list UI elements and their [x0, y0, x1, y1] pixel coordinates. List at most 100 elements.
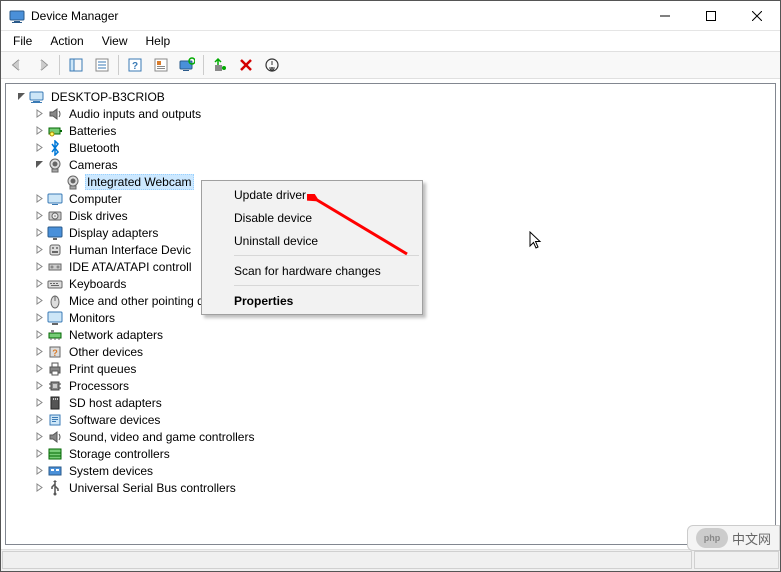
expand-icon[interactable]	[32, 209, 46, 223]
network-icon	[47, 327, 63, 343]
keyboard-icon	[47, 276, 63, 292]
expand-icon[interactable]	[32, 141, 46, 155]
watermark: php 中文网	[687, 525, 780, 551]
ide-icon	[47, 259, 63, 275]
usb-icon	[47, 480, 63, 496]
ctx-uninstall-device[interactable]: Uninstall device	[204, 229, 420, 252]
properties-button[interactable]	[90, 54, 114, 76]
other-icon: ?	[47, 344, 63, 360]
tree-category[interactable]: Print queues	[10, 360, 775, 377]
system-icon	[47, 463, 63, 479]
maximize-button[interactable]	[688, 1, 734, 31]
expand-icon[interactable]	[50, 175, 64, 189]
expand-icon[interactable]	[32, 396, 46, 410]
window-title: Device Manager	[31, 9, 118, 23]
watermark-logo: php	[696, 528, 728, 548]
titlebar: Device Manager	[1, 1, 780, 31]
uninstall-button[interactable]	[234, 54, 258, 76]
tree-category[interactable]: System devices	[10, 462, 775, 479]
camera-icon	[65, 174, 81, 190]
tree-root[interactable]: DESKTOP-B3CRIOB	[10, 88, 775, 105]
expand-icon[interactable]	[32, 447, 46, 461]
tree-item-label: Bluetooth	[67, 141, 122, 155]
scan-hardware-button[interactable]	[175, 54, 199, 76]
expand-icon[interactable]	[32, 294, 46, 308]
svg-text:?: ?	[52, 348, 58, 358]
menu-help[interactable]: Help	[138, 32, 179, 50]
tree-item-label: Integrated Webcam	[85, 174, 194, 190]
ctx-properties[interactable]: Properties	[204, 289, 420, 312]
tree-category[interactable]: Processors	[10, 377, 775, 394]
forward-button[interactable]	[31, 54, 55, 76]
tree-item-label: Storage controllers	[67, 447, 172, 461]
help-button[interactable]: ?	[123, 54, 147, 76]
expand-icon[interactable]	[14, 90, 28, 104]
expand-icon[interactable]	[32, 328, 46, 342]
menu-action[interactable]: Action	[42, 32, 91, 50]
expand-icon[interactable]	[32, 158, 46, 172]
hid-icon	[47, 242, 63, 258]
ctx-update-driver[interactable]: Update driver	[204, 183, 420, 206]
expand-icon[interactable]	[32, 311, 46, 325]
tree-item-label: Display adapters	[67, 226, 160, 240]
tree-item-label: Software devices	[67, 413, 162, 427]
expand-icon[interactable]	[32, 430, 46, 444]
ctx-disable-device[interactable]: Disable device	[204, 206, 420, 229]
tree-category[interactable]: Network adapters	[10, 326, 775, 343]
expand-icon[interactable]	[32, 413, 46, 427]
tree-category[interactable]: Storage controllers	[10, 445, 775, 462]
menu-view[interactable]: View	[94, 32, 136, 50]
software-icon	[47, 412, 63, 428]
status-bar	[1, 549, 780, 571]
tree-item-label: DESKTOP-B3CRIOB	[49, 90, 167, 104]
tree-item-label: Processors	[67, 379, 131, 393]
tree-item-label: Monitors	[67, 311, 117, 325]
expand-icon[interactable]	[32, 362, 46, 376]
update-driver-button[interactable]	[208, 54, 232, 76]
action-button[interactable]	[149, 54, 173, 76]
expand-icon[interactable]	[32, 107, 46, 121]
expand-icon[interactable]	[32, 481, 46, 495]
tree-item-label: SD host adapters	[67, 396, 164, 410]
camera-icon	[47, 157, 63, 173]
device-manager-window: Device Manager File Action View Help ? D…	[0, 0, 781, 572]
tree-category[interactable]: Batteries	[10, 122, 775, 139]
tree-category[interactable]: Software devices	[10, 411, 775, 428]
tree-item-label: Disk drives	[67, 209, 130, 223]
tree-category[interactable]: ? Other devices	[10, 343, 775, 360]
show-hide-tree-button[interactable]	[64, 54, 88, 76]
tree-item-label: Computer	[67, 192, 124, 206]
menu-bar: File Action View Help	[1, 31, 780, 51]
expand-icon[interactable]	[32, 379, 46, 393]
bluetooth-icon	[47, 140, 63, 156]
tree-item-label: Human Interface Devic	[67, 243, 193, 257]
expand-icon[interactable]	[32, 192, 46, 206]
tree-item-label: Universal Serial Bus controllers	[67, 481, 238, 495]
mouse-icon	[47, 293, 63, 309]
back-button[interactable]	[5, 54, 29, 76]
expand-icon[interactable]	[32, 260, 46, 274]
expand-icon[interactable]	[32, 277, 46, 291]
tree-item-label: Other devices	[67, 345, 145, 359]
disable-button[interactable]	[260, 54, 284, 76]
tree-category[interactable]: SD host adapters	[10, 394, 775, 411]
close-button[interactable]	[734, 1, 780, 31]
tree-category[interactable]: Bluetooth	[10, 139, 775, 156]
menu-file[interactable]: File	[5, 32, 40, 50]
minimize-button[interactable]	[642, 1, 688, 31]
expand-icon[interactable]	[32, 226, 46, 240]
expand-icon[interactable]	[32, 345, 46, 359]
tree-category[interactable]: Universal Serial Bus controllers	[10, 479, 775, 496]
tree-category[interactable]: Sound, video and game controllers	[10, 428, 775, 445]
expand-icon[interactable]	[32, 243, 46, 257]
sd-icon	[47, 395, 63, 411]
tree-item-label: Keyboards	[67, 277, 128, 291]
tree-category[interactable]: Cameras	[10, 156, 775, 173]
expand-icon[interactable]	[32, 464, 46, 478]
expand-icon[interactable]	[32, 124, 46, 138]
tree-category[interactable]: Audio inputs and outputs	[10, 105, 775, 122]
ctx-scan-hardware[interactable]: Scan for hardware changes	[204, 259, 420, 282]
battery-icon	[47, 123, 63, 139]
context-menu: Update driver Disable device Uninstall d…	[201, 180, 423, 315]
svg-text:?: ?	[132, 61, 138, 72]
